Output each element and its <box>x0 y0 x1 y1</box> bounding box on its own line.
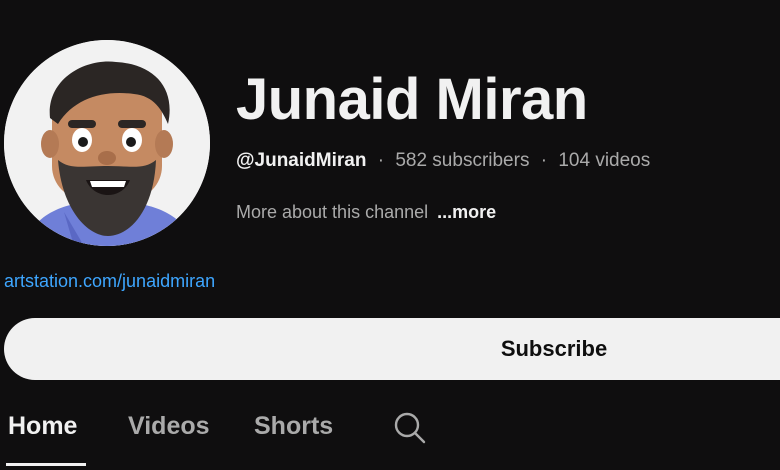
search-icon[interactable] <box>392 410 428 446</box>
channel-tabs: Home Videos Shorts <box>0 400 780 470</box>
channel-name: Junaid Miran <box>236 67 588 132</box>
channel-meta: @JunaidMiran · 582 subscribers · 104 vid… <box>236 150 650 172</box>
avatar-illustration <box>4 40 210 246</box>
about-text: More about this channel <box>236 202 429 222</box>
active-tab-indicator <box>6 463 86 466</box>
meta-separator: · <box>377 150 385 171</box>
external-link[interactable]: artstation.com/junaidmiran <box>4 271 215 292</box>
about-channel-link[interactable]: More about this channel ...more <box>236 202 496 223</box>
subscribe-label: Subscribe <box>500 336 608 361</box>
more-link[interactable]: ...more <box>437 202 496 222</box>
subscribe-button[interactable]: Subscribe <box>4 318 780 380</box>
tab-shorts[interactable]: Shorts <box>254 412 333 441</box>
meta-separator: · <box>540 150 548 171</box>
channel-header-page: Junaid Miran @JunaidMiran · 582 subscrib… <box>0 0 780 470</box>
video-count: 104 videos <box>558 150 651 171</box>
tab-videos[interactable]: Videos <box>128 412 210 441</box>
subscriber-count: 582 subscribers <box>395 150 530 171</box>
tab-home[interactable]: Home <box>8 412 77 441</box>
channel-handle[interactable]: @JunaidMiran <box>236 150 366 171</box>
avatar[interactable] <box>4 40 210 246</box>
